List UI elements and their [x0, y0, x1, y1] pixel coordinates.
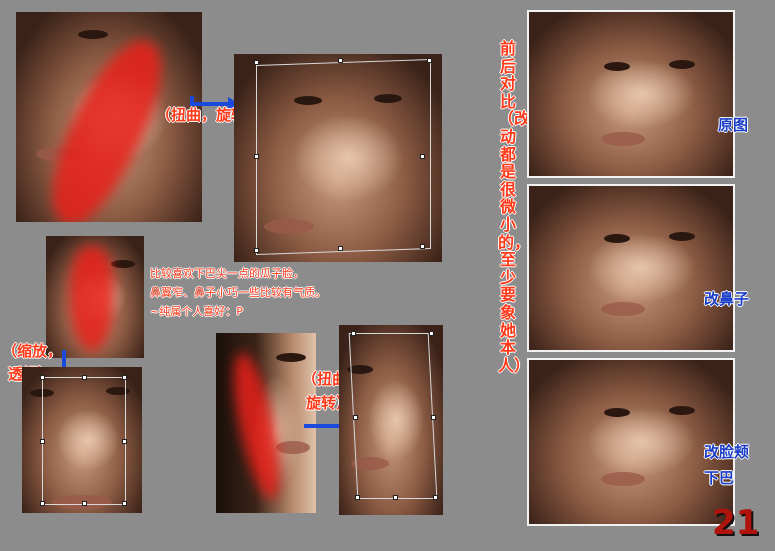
transform-bounding-box[interactable]: [348, 333, 438, 499]
nose-mask-photo: [46, 236, 144, 358]
transform-bounding-box[interactable]: [256, 58, 431, 256]
transform-handle[interactable]: [122, 501, 127, 506]
jaw-red-mask: [224, 349, 290, 503]
eye-mark: [669, 406, 695, 415]
transform-handle[interactable]: [338, 58, 343, 63]
transform-handle[interactable]: [82, 375, 87, 380]
nose-red-mask: [70, 246, 114, 351]
transform-handle[interactable]: [254, 154, 259, 159]
page-number: 21: [712, 503, 760, 543]
eye-mark: [78, 30, 108, 39]
nose-edited-label: 改鼻子: [704, 290, 750, 308]
eye-mark: [669, 232, 695, 241]
transform-handle[interactable]: [254, 248, 259, 253]
eye-mark: [276, 353, 306, 362]
transform-handle[interactable]: [122, 439, 127, 444]
transform-handle[interactable]: [40, 375, 45, 380]
transform-handle[interactable]: [433, 495, 438, 500]
lip-mark: [601, 302, 645, 316]
transform-handle[interactable]: [429, 331, 434, 336]
note-line-1: 比较喜欢下巴尖一点的瓜子脸，: [150, 267, 304, 280]
jaw-mask-photo: [216, 333, 316, 513]
eye-mark: [604, 408, 630, 417]
transform-handle[interactable]: [427, 58, 432, 63]
transform-handle[interactable]: [420, 154, 425, 159]
distorted-face-photo: [234, 54, 442, 262]
transform-handle[interactable]: [40, 439, 45, 444]
transform-handle[interactable]: [353, 415, 358, 420]
cheek-edited-label-2: 下巴: [704, 469, 735, 487]
transform-handle[interactable]: [351, 331, 356, 336]
lip-mark: [601, 132, 645, 146]
transform-handle[interactable]: [355, 495, 360, 500]
transform-bounding-box[interactable]: [42, 377, 126, 505]
transform-handle[interactable]: [420, 244, 425, 249]
eye-mark: [669, 60, 695, 69]
original-label: 原图: [718, 116, 749, 134]
transform-handle[interactable]: [122, 375, 127, 380]
note-line-3: ~纯属个人喜好：P: [150, 305, 243, 318]
note-line-2: 鼻翼窄、鼻子小巧一些比较有气质。: [150, 286, 326, 299]
eye-mark: [604, 62, 630, 71]
transform-handle[interactable]: [82, 501, 87, 506]
eye-mark: [604, 234, 630, 243]
nose-edited-photo: [527, 184, 735, 352]
lip-mark: [276, 441, 310, 454]
lip-mark: [601, 472, 645, 486]
eye-mark: [111, 260, 135, 268]
transform-handle[interactable]: [393, 495, 398, 500]
transform-handle[interactable]: [254, 60, 259, 65]
original-photo: [527, 10, 735, 178]
cheek-edited-label-1: 改脸颊: [704, 443, 750, 461]
transform-handle[interactable]: [431, 415, 436, 420]
scaled-nose-photo: [22, 367, 142, 513]
transform-handle[interactable]: [338, 246, 343, 251]
distorted-jaw-photo: [339, 325, 443, 515]
transform-handle[interactable]: [40, 501, 45, 506]
comparison-vertical-text: 前后对比（改动都是很微小的，至少要象她本人）: [498, 39, 531, 375]
